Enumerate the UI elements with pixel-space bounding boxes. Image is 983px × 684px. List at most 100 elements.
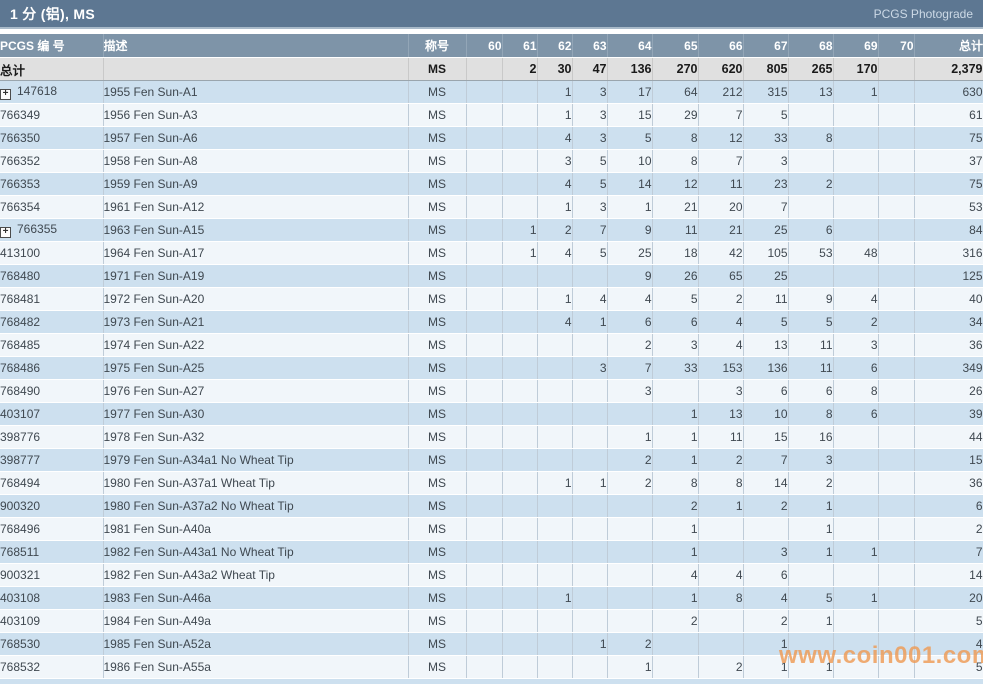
- grade-61-cell: [502, 81, 537, 104]
- total-cell: 40: [914, 288, 983, 311]
- grade-61-cell: [502, 403, 537, 426]
- column-header-grade-68: 68: [788, 34, 833, 58]
- grade-63-cell: [572, 518, 607, 541]
- column-header-grade-65: 65: [652, 34, 698, 58]
- coin-row: 7684861975 Fen Sun-A25MS3733153136116349: [0, 357, 983, 380]
- total-cell: 84: [914, 219, 983, 242]
- coin-row: 4031071977 Fen Sun-A30MS113108639: [0, 403, 983, 426]
- description-cell: 1956 Fen Sun-A3: [103, 104, 408, 127]
- total-cell: 15: [914, 449, 983, 472]
- coin-row: 7685111982 Fen Sun-A43a1 No Wheat TipMS1…: [0, 541, 983, 564]
- grade-65-cell: 2: [652, 610, 698, 633]
- pcgs-number-cell: +766355: [0, 219, 103, 242]
- description-cell: 1961 Fen Sun-A12: [103, 196, 408, 219]
- pcgs-number: 768480: [0, 269, 40, 283]
- grade-65-cell: [652, 380, 698, 403]
- total-cell: 39: [914, 403, 983, 426]
- grade-63-cell: [572, 380, 607, 403]
- grade-68-cell: 2: [788, 173, 833, 196]
- grade-63-cell: [572, 656, 607, 679]
- pcgs-number: 766354: [0, 200, 40, 214]
- grade-61-cell: [502, 518, 537, 541]
- grade-63-cell: [572, 564, 607, 587]
- pcgs-number-cell: 768496: [0, 518, 103, 541]
- coin-row: +7663551963 Fen Sun-A15MS1279112125684: [0, 219, 983, 242]
- grade-70-cell: [878, 564, 914, 587]
- grade-70-cell: [878, 426, 914, 449]
- totals-row: 总计MS230471362706208052651702,379: [0, 58, 983, 81]
- grade-62-cell: 1: [537, 472, 572, 495]
- grade-68-cell: 1: [788, 518, 833, 541]
- grade-63-cell: [572, 541, 607, 564]
- pcgs-number: 413100: [0, 246, 40, 260]
- grade-68-cell: 53: [788, 242, 833, 265]
- title-bar: 1 分 (铝), MS PCGS Photograde: [0, 0, 983, 29]
- grade-63-cell: [572, 495, 607, 518]
- total-cell: 4: [914, 633, 983, 656]
- grade-60-cell: [466, 357, 502, 380]
- grade-69-cell: 3: [833, 334, 878, 357]
- coin-row: 7663491956 Fen Sun-A3MS1315297561: [0, 104, 983, 127]
- designation-cell: MS: [408, 495, 466, 518]
- grade-62-cell: [537, 357, 572, 380]
- grade-62-cell: [537, 449, 572, 472]
- grade-67-cell: 11: [743, 288, 788, 311]
- grade-63-cell: 5: [572, 242, 607, 265]
- expand-icon[interactable]: +: [0, 89, 11, 100]
- column-header-designation: 称号: [408, 34, 466, 58]
- grade-67-cell: [743, 518, 788, 541]
- grade-67-cell: 3: [743, 541, 788, 564]
- pcgs-number: 398776: [0, 430, 40, 444]
- grade-67-cell: 4: [743, 587, 788, 610]
- total-cell: 20: [914, 587, 983, 610]
- pcgs-number-cell: 768486: [0, 357, 103, 380]
- description-cell: 1972 Fen Sun-A20: [103, 288, 408, 311]
- grade-66-cell: 65: [698, 265, 743, 288]
- grade-67-cell: 105: [743, 242, 788, 265]
- grade-70-cell: [878, 380, 914, 403]
- pcgs-number-cell: 766350: [0, 127, 103, 150]
- grade-60-cell: [466, 380, 502, 403]
- grade-63-cell: 5: [572, 150, 607, 173]
- grade-69-cell: [833, 564, 878, 587]
- totals-grade-63-cell: 47: [572, 58, 607, 81]
- grade-69-cell: [833, 265, 878, 288]
- pcgs-number: 766355: [17, 222, 57, 236]
- grade-61-cell: [502, 127, 537, 150]
- pcgs-number: 768496: [0, 522, 40, 536]
- designation-cell: MS: [408, 265, 466, 288]
- grade-63-cell: [572, 403, 607, 426]
- expand-icon[interactable]: +: [0, 227, 11, 238]
- designation-cell: MS: [408, 311, 466, 334]
- coin-row: 4131001964 Fen Sun-A17MS1452518421055348…: [0, 242, 983, 265]
- totals-designation-cell: MS: [408, 58, 466, 81]
- grade-63-cell: [572, 426, 607, 449]
- total-cell: 75: [914, 127, 983, 150]
- grade-60-cell: [466, 81, 502, 104]
- grade-64-cell: [607, 403, 652, 426]
- grade-65-cell: 21: [652, 196, 698, 219]
- grade-64-cell: [607, 610, 652, 633]
- grade-69-cell: [833, 196, 878, 219]
- coin-row: 7684821973 Fen Sun-A21MS4166455234: [0, 311, 983, 334]
- designation-cell: MS: [408, 380, 466, 403]
- description-cell: 1975 Fen Sun-A25: [103, 357, 408, 380]
- column-header-grade-70: 70: [878, 34, 914, 58]
- grade-61-cell: [502, 587, 537, 610]
- pcgs-number: 768490: [0, 384, 40, 398]
- grade-68-cell: 6: [788, 380, 833, 403]
- grade-60-cell: [466, 426, 502, 449]
- grade-62-cell: 4: [537, 127, 572, 150]
- grade-69-cell: [833, 173, 878, 196]
- grade-68-cell: 1: [788, 656, 833, 679]
- grade-60-cell: [466, 403, 502, 426]
- description-cell: 1984 Fen Sun-A49a: [103, 610, 408, 633]
- grade-68-cell: [788, 265, 833, 288]
- pcgs-number-cell: 768485: [0, 334, 103, 357]
- pcgs-number-cell: 768494: [0, 472, 103, 495]
- photograde-link[interactable]: PCGS Photograde: [874, 7, 973, 21]
- grade-66-cell: 2: [698, 288, 743, 311]
- grade-65-cell: 1: [652, 518, 698, 541]
- pcgs-number: 768532: [0, 660, 40, 674]
- grade-67-cell: 33: [743, 127, 788, 150]
